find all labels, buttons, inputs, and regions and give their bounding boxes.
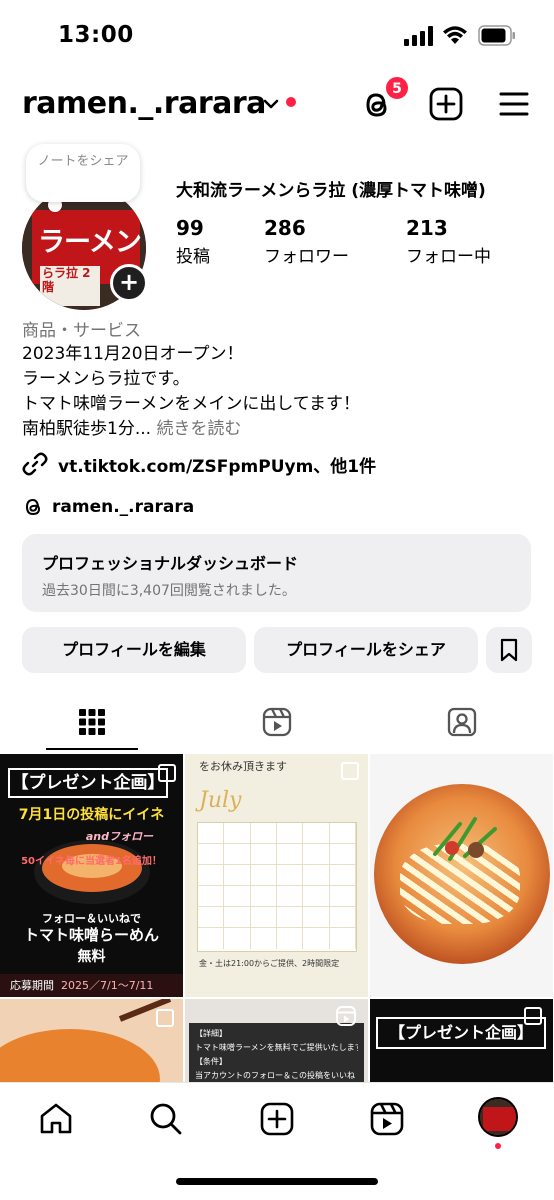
bio-line: トマト味噌ラーメンをメインに出してます！ (22, 394, 360, 414)
professional-dashboard[interactable]: プロフェッショナルダッシュボード 過去30日間に3,407回閲覧されました。 (22, 534, 531, 612)
bio-line: ラーメンらラ拉です。 (22, 369, 190, 389)
followers-count: 286 (264, 216, 306, 240)
profile-avatar-nav[interactable] (478, 1097, 518, 1137)
notification-dot (495, 1143, 501, 1149)
read-more-link[interactable]: 続きを読む (156, 419, 241, 439)
post-banner: 【プレゼント企画】 (8, 768, 168, 798)
grid-icon (79, 709, 105, 735)
profile-category: 商品・サービス (22, 321, 141, 341)
carousel-icon (524, 1007, 542, 1025)
reels-icon[interactable] (369, 1101, 405, 1137)
tagged-person-icon (447, 707, 477, 737)
battery-icon (478, 25, 515, 46)
post-text: 【条件】 (195, 1057, 227, 1066)
share-profile-button[interactable]: プロフィールをシェア (254, 627, 478, 673)
carousel-icon (158, 764, 176, 782)
post-thumbnail[interactable] (370, 754, 553, 997)
plus-square-icon[interactable] (259, 1101, 295, 1137)
avatar-text: ラーメン (38, 227, 142, 258)
home-indicator (176, 1178, 378, 1185)
link-icon (22, 452, 48, 476)
home-icon[interactable] (38, 1101, 74, 1137)
post-thumbnail[interactable] (0, 999, 183, 1089)
post-month: July (199, 788, 242, 813)
post-footer-label: 応募期間 (10, 979, 54, 992)
plus-square-icon[interactable] (428, 86, 464, 122)
followers-stat[interactable]: 286 フォロワー (264, 216, 349, 267)
reels-icon (262, 707, 292, 737)
carousel-icon (156, 1009, 174, 1027)
bio-line-text: 南柏駅徒歩1分... (22, 419, 152, 439)
post-footer-dates: 2025／7/1〜7/11 (61, 979, 154, 992)
notification-dot (286, 97, 296, 107)
posts-label: 投稿 (176, 247, 210, 267)
saved-button[interactable] (486, 627, 532, 673)
display-name: 大和流ラーメンらラ拉 (濃厚トマト味噌) (176, 181, 486, 201)
post-thumbnail[interactable]: 【プレゼント企画】 7月1日の投稿にイイネ andフォロー 50イイネ毎に当選者… (0, 754, 183, 997)
status-bar: 13:00 (0, 0, 554, 75)
tab-posts-grid[interactable] (0, 696, 184, 752)
profile-link[interactable]: vt.tiktok.com/ZSFpmPUym、他1件 (22, 450, 376, 478)
threads-profile-link[interactable]: ramen._.rarara (22, 494, 194, 520)
threads-handle[interactable]: ramen._.rarara (52, 497, 194, 517)
edit-profile-button[interactable]: プロフィールを編集 (22, 627, 246, 673)
reels-icon (336, 1006, 356, 1026)
profile-tabs (0, 696, 554, 752)
profile-header: ramen._.rarara 5 (0, 75, 554, 132)
post-text: をお休み頂きます (199, 760, 287, 773)
dashboard-title: プロフェッショナルダッシュボード (42, 554, 299, 573)
ramen-bowl-image (34, 840, 150, 904)
share-note-bubble[interactable]: ノートをシェア (26, 144, 140, 202)
followers-label: フォロワー (264, 247, 349, 267)
threads-icon (25, 498, 41, 516)
avatar-subtext: らラ拉 2階 (42, 266, 91, 294)
tab-reels[interactable] (185, 696, 369, 752)
posts-count: 99 (176, 216, 204, 240)
herbs-image (433, 817, 497, 861)
username-switcher[interactable]: ramen._.rarara (22, 86, 266, 121)
post-text: 7月1日の投稿にイイネ (18, 807, 165, 823)
status-time: 13:00 (58, 22, 134, 48)
post-text: トマト味噌ラーメンを無料でご提供いたします (195, 1043, 358, 1052)
post-banner: 【プレゼント企画】 (376, 1017, 546, 1049)
threads-notification-badge: 5 (384, 75, 410, 101)
bio-line-last: 南柏駅徒歩1分... 続きを読む (22, 417, 360, 442)
post-text: 無料 (77, 949, 106, 965)
post-thumbnail[interactable]: 【プレゼント企画】 (370, 999, 553, 1089)
post-text: 【詳細】 (195, 1029, 227, 1038)
add-story-button[interactable]: + (110, 264, 148, 302)
post-text: トマト味噌らーめん (23, 926, 159, 944)
cellular-signal-icon (404, 26, 433, 46)
tab-tagged[interactable] (370, 696, 554, 752)
following-count: 213 (406, 216, 448, 240)
avatar-image (480, 1099, 516, 1135)
bio-line: 2023年11月20日オープン！ (22, 344, 244, 364)
chevron-down-icon[interactable] (262, 97, 280, 111)
post-text: 金・土は21:00からご提供、2時間限定 (199, 959, 340, 968)
post-text-block: 【詳細】 トマト味噌ラーメンを無料でご提供いたします 【条件】 当アカウントのフ… (189, 1023, 364, 1083)
following-label: フォロー中 (406, 247, 491, 267)
wifi-icon (443, 26, 467, 44)
post-footer: 応募期間 2025／7/1〜7/11 (0, 974, 183, 997)
bookmark-icon (500, 638, 518, 662)
search-icon[interactable] (148, 1101, 184, 1137)
dashboard-subtitle: 過去30日間に3,407回閲覧されました。 (42, 583, 296, 599)
active-tab-indicator (46, 748, 138, 750)
post-text: 50イイネ毎に当選者1名追加！ (21, 856, 162, 867)
posts-stat[interactable]: 99 投稿 (176, 216, 210, 267)
link-text[interactable]: vt.tiktok.com/ZSFpmPUym、他1件 (58, 452, 376, 477)
post-thumbnail[interactable]: をお休み頂きます July 金・土は21:00からご提供、2時間限定 (185, 754, 368, 997)
carousel-icon (341, 762, 359, 780)
profile-bio: 2023年11月20日オープン！ ラーメンらラ拉です。 トマト味噌ラーメンをメイ… (22, 342, 360, 442)
following-stat[interactable]: 213 フォロー中 (406, 216, 491, 267)
hamburger-menu-icon[interactable] (498, 88, 530, 120)
post-text: 当アカウントのフォロー＆この投稿をいいね (195, 1071, 355, 1080)
post-thumbnail[interactable]: 【詳細】 トマト味噌ラーメンを無料でご提供いたします 【条件】 当アカウントのフ… (185, 999, 368, 1089)
calendar-image (197, 822, 357, 952)
